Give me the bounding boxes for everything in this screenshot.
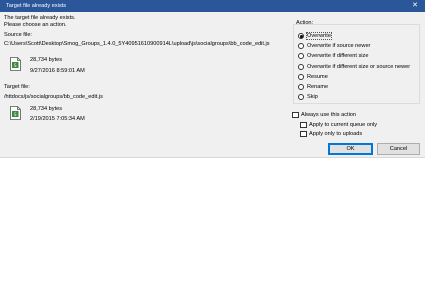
target-date: 2/19/2015 7:05:34 AM [30, 116, 85, 122]
close-icon[interactable]: ✕ [405, 0, 425, 12]
checkbox-box[interactable] [300, 130, 307, 137]
target-size: 28,734 bytes [30, 106, 63, 112]
js-file-icon: S [10, 57, 21, 71]
radio-label[interactable]: Overwrite [306, 31, 332, 40]
radio-dot[interactable] [298, 64, 304, 70]
svg-text:S: S [14, 112, 17, 117]
radio-label[interactable]: Overwrite if different size or source ne… [307, 64, 410, 70]
title-bar: Target file already exists ✕ [0, 0, 425, 12]
message-line-1: The target file already exists. [4, 15, 76, 21]
radio-label[interactable]: Resume [307, 74, 328, 80]
checkbox-box[interactable] [300, 121, 307, 128]
radio-dot[interactable] [298, 33, 304, 39]
source-heading: Source file: [4, 32, 32, 38]
checkbox-label[interactable]: Apply only to uploads [309, 131, 362, 137]
radio-dot[interactable] [298, 43, 304, 49]
source-path: C:\Users\Scott\Desktop\Smog_Groups_1.4.0… [4, 41, 270, 47]
source-size: 28,734 bytes [30, 57, 63, 63]
radio-dot[interactable] [298, 94, 304, 100]
checkbox-label[interactable]: Apply to current queue only [309, 122, 377, 128]
checkbox-label[interactable]: Always use this action [301, 112, 356, 118]
overwrite-dialog: Target file already exists ✕ The target … [0, 0, 425, 158]
message-line-2: Please choose an action. [4, 22, 67, 28]
radio-dot[interactable] [298, 74, 304, 80]
ok-button[interactable]: OK [328, 143, 373, 155]
dialog-title: Target file already exists [6, 2, 67, 9]
cancel-button[interactable]: Cancel [377, 143, 420, 155]
radio-dot[interactable] [298, 84, 304, 90]
svg-text:S: S [14, 63, 17, 68]
radio-label[interactable]: Overwrite if different size [307, 53, 368, 59]
radio-label[interactable]: Overwrite if source newer [307, 43, 370, 49]
js-file-icon: S [10, 106, 21, 120]
target-path: /httdocs/js/socialgroups/bb_code_edit.js [4, 94, 103, 100]
source-date: 9/27/2016 8:59:01 AM [30, 68, 85, 74]
radio-dot[interactable] [298, 53, 304, 59]
radio-label[interactable]: Skip [307, 94, 318, 100]
radio-label[interactable]: Rename [307, 84, 328, 90]
checkbox-box[interactable] [292, 111, 299, 118]
target-heading: Target file: [4, 84, 30, 90]
